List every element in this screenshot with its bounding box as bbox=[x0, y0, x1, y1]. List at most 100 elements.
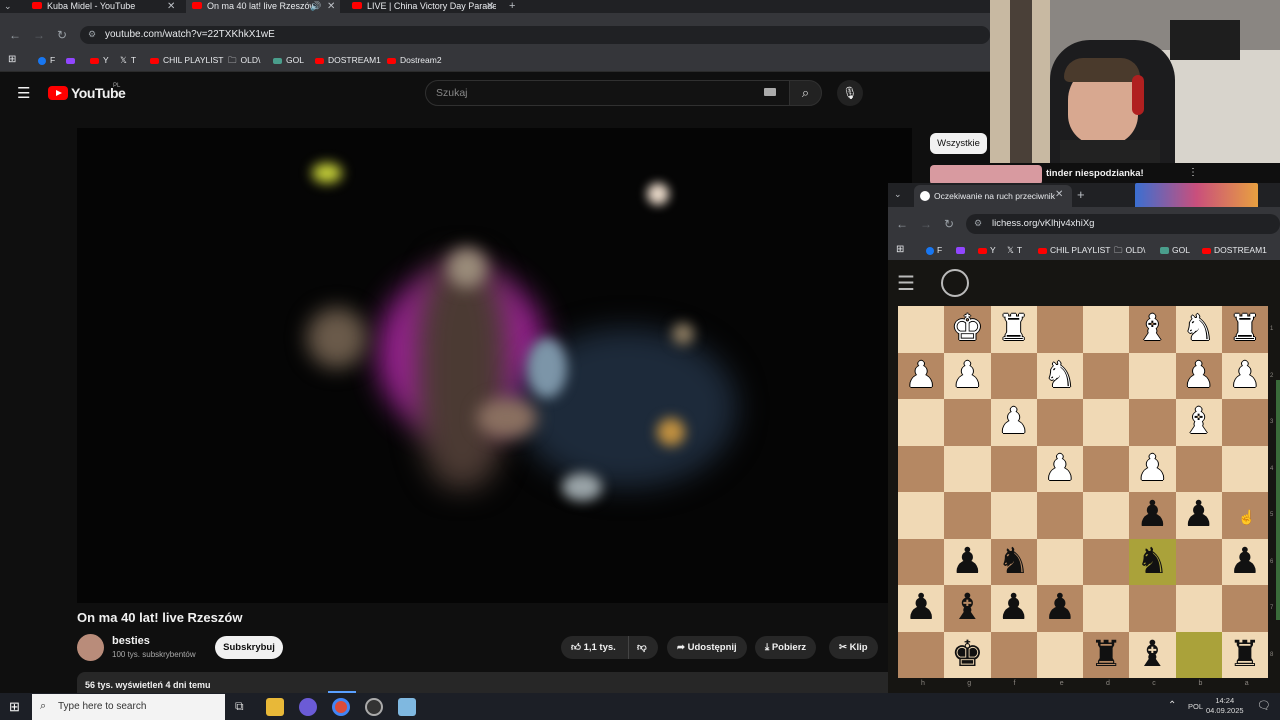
board-square[interactable] bbox=[990, 352, 1037, 399]
video-player[interactable] bbox=[77, 128, 912, 603]
chevron-up-icon[interactable]: ⌃ bbox=[1168, 700, 1176, 711]
tab-kuba-midel[interactable]: Kuba Midel - YouTube bbox=[26, 0, 184, 13]
board-square[interactable]: ♟ bbox=[944, 538, 991, 585]
bookmark-folder-old[interactable]: 🗀 OLD\ bbox=[1114, 244, 1145, 256]
bookmark-twitch[interactable] bbox=[66, 54, 79, 66]
hamburger-menu-icon[interactable]: ☰ bbox=[17, 84, 30, 102]
audio-playing-icon[interactable]: 🔊 bbox=[310, 0, 321, 13]
bookmark-chil-playlist[interactable]: CHIL PLAYLIST bbox=[150, 54, 223, 66]
recommended-title[interactable]: tinder niespodzianka! bbox=[1046, 168, 1144, 179]
board-square[interactable]: ♝ bbox=[944, 585, 991, 632]
forward-arrow-icon[interactable]: → bbox=[33, 28, 45, 42]
language-indicator[interactable]: POL bbox=[1188, 702, 1203, 711]
tab-close-icon[interactable]: ✕ bbox=[327, 0, 335, 13]
channel-name[interactable]: besties bbox=[112, 635, 150, 647]
board-square[interactable]: ♝ bbox=[1175, 399, 1222, 446]
board-square[interactable] bbox=[1221, 445, 1268, 492]
board-square[interactable] bbox=[898, 445, 945, 492]
notification-icon[interactable]: 🗨 bbox=[1257, 699, 1271, 712]
clip-button[interactable]: ✂ Klip bbox=[829, 636, 878, 659]
subscribe-button[interactable]: Subskrybuj bbox=[215, 636, 283, 659]
board-square[interactable] bbox=[1036, 538, 1083, 585]
board-square[interactable]: ♞ bbox=[990, 538, 1037, 585]
board-square[interactable] bbox=[944, 399, 991, 446]
board-square[interactable]: ♚ bbox=[944, 306, 991, 353]
black-bishop-icon[interactable]: ♝ bbox=[1136, 636, 1168, 673]
board-square[interactable]: ♟ bbox=[1036, 445, 1083, 492]
tab-search-chevron-icon[interactable]: ⌄ bbox=[4, 0, 12, 13]
white-pawn-icon[interactable]: ♟ bbox=[1136, 450, 1168, 487]
black-pawn-icon[interactable]: ♟ bbox=[1229, 543, 1261, 580]
board-square[interactable] bbox=[1083, 538, 1130, 585]
board-square[interactable]: ♚ bbox=[944, 631, 991, 678]
bookmark-chil-playlist[interactable]: CHIL PLAYLIST bbox=[1038, 244, 1110, 256]
black-pawn-icon[interactable]: ♟ bbox=[951, 543, 983, 580]
download-button[interactable]: ⤓ Pobierz bbox=[755, 636, 817, 659]
white-pawn-icon[interactable]: ♟ bbox=[1044, 450, 1076, 487]
back-arrow-icon[interactable]: ← bbox=[896, 217, 908, 231]
board-square[interactable] bbox=[898, 492, 945, 539]
bookmark-dostream2[interactable]: Dostream2 bbox=[387, 54, 442, 66]
white-bishop-icon[interactable]: ♝ bbox=[1182, 404, 1214, 440]
black-pawn-icon[interactable]: ♟ bbox=[1044, 590, 1076, 626]
keyboard-icon[interactable] bbox=[764, 88, 776, 96]
recommended-thumbnail[interactable] bbox=[930, 165, 1042, 185]
board-square[interactable]: ♟ bbox=[1175, 352, 1222, 399]
chess-board[interactable]: ♚ ♜ ♝ ♞ ♜ ♟ ♟ ♞ ♟ ♟ ♟ ♝ ♟ ♟ ♟ ♟ ♟ ♞ ♞ ♟ ♟ ♝ ♟ ♟ ♚ ♜ ♝ ♜ bbox=[898, 306, 1268, 678]
black-king-icon[interactable]: ♚ bbox=[951, 636, 983, 673]
chrome-icon[interactable] bbox=[332, 698, 350, 716]
site-info-icon[interactable]: ⚙ bbox=[974, 218, 982, 229]
site-info-icon[interactable]: ⚙ bbox=[88, 29, 96, 40]
board-square[interactable] bbox=[1221, 399, 1268, 446]
back-arrow-icon[interactable]: ← bbox=[9, 28, 21, 42]
lichess-logo-icon[interactable] bbox=[941, 269, 969, 297]
forward-arrow-icon[interactable]: → bbox=[920, 217, 932, 231]
white-knight-icon[interactable]: ♞ bbox=[1182, 311, 1214, 347]
board-square[interactable] bbox=[1036, 631, 1083, 678]
search-button[interactable]: ⌕ bbox=[789, 80, 822, 106]
board-square[interactable] bbox=[898, 538, 945, 585]
board-square[interactable] bbox=[990, 631, 1037, 678]
board-square[interactable]: ♜ bbox=[1083, 631, 1130, 678]
board-square[interactable] bbox=[1175, 585, 1222, 632]
board-square[interactable]: ♞ bbox=[1129, 538, 1176, 585]
board-square[interactable] bbox=[944, 492, 991, 539]
board-square[interactable]: ♟ bbox=[898, 585, 945, 632]
bookmark-gol[interactable]: GOL bbox=[1160, 244, 1190, 256]
white-pawn-icon[interactable]: ♟ bbox=[951, 357, 983, 394]
reload-icon[interactable]: ↻ bbox=[944, 217, 954, 231]
board-square[interactable] bbox=[990, 445, 1037, 492]
new-tab-icon[interactable]: + bbox=[1077, 187, 1085, 202]
bookmark-t[interactable]: 𝕏T bbox=[1007, 244, 1022, 256]
tab-china-parade[interactable]: LIVE | China Victory Day Parade bbox=[346, 0, 496, 13]
black-bishop-icon[interactable]: ♝ bbox=[951, 590, 983, 626]
like-button[interactable]: 👍︎ 1,1 tys. bbox=[561, 636, 628, 659]
voice-search-button[interactable]: 🎙 bbox=[837, 80, 863, 106]
apps-grid-icon[interactable]: ⊞ bbox=[896, 244, 904, 256]
board-square[interactable] bbox=[1129, 352, 1176, 399]
tab-lichess[interactable]: Oczekiwanie na ruch przeciwnik bbox=[914, 185, 1072, 207]
board-square[interactable] bbox=[990, 492, 1037, 539]
obs-icon[interactable] bbox=[365, 698, 383, 716]
white-bishop-icon[interactable]: ♝ bbox=[1136, 311, 1168, 347]
board-square[interactable] bbox=[1036, 306, 1083, 353]
white-pawn-icon[interactable]: ♟ bbox=[997, 404, 1029, 440]
board-square[interactable]: ♞ bbox=[1175, 306, 1222, 353]
black-pawn-icon[interactable]: ♟ bbox=[905, 590, 937, 626]
board-square[interactable] bbox=[1175, 445, 1222, 492]
board-square[interactable] bbox=[1083, 492, 1130, 539]
board-square[interactable]: ♟ bbox=[990, 585, 1037, 632]
board-square[interactable] bbox=[898, 399, 945, 446]
board-square[interactable]: ♝ bbox=[1129, 306, 1176, 353]
taskbar-search-input[interactable]: Type here to search bbox=[32, 694, 225, 720]
windows-start-icon[interactable]: ⊞ bbox=[9, 699, 20, 715]
white-rook-icon[interactable]: ♜ bbox=[1229, 311, 1261, 347]
bookmark-f[interactable]: F bbox=[38, 54, 55, 66]
black-pawn-icon[interactable]: ♟ bbox=[1182, 497, 1214, 533]
board-square[interactable] bbox=[1175, 538, 1222, 585]
file-explorer-icon[interactable] bbox=[266, 698, 284, 716]
task-view-icon[interactable]: ⧉ bbox=[235, 699, 244, 714]
bookmark-dostream1[interactable]: DOSTREAM1 bbox=[1202, 244, 1267, 256]
white-pawn-icon[interactable]: ♟ bbox=[1182, 357, 1214, 394]
board-square[interactable]: ♟ bbox=[1175, 492, 1222, 539]
